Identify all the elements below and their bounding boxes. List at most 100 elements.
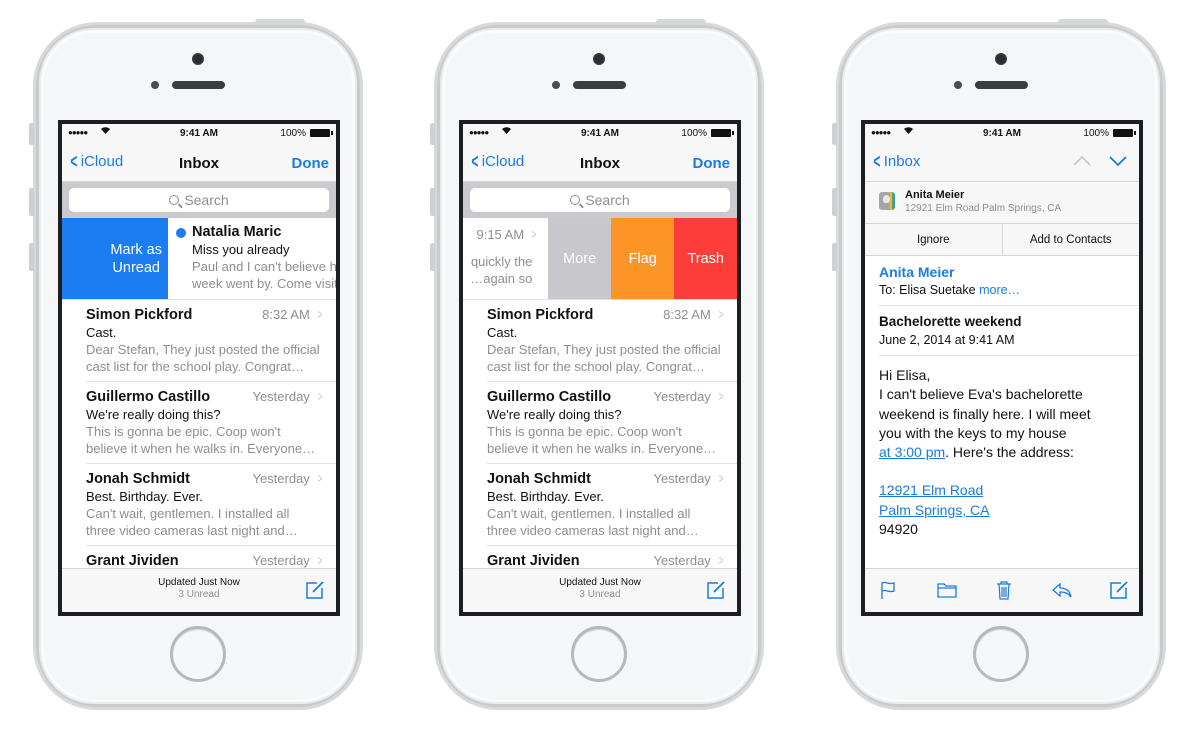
mail-preview-line2: believe it when he walks in. Everyone… (86, 440, 316, 456)
mail-subject: Cast. (487, 324, 518, 340)
ignore-button[interactable]: Ignore (865, 224, 1003, 255)
mail-date: 8:32 AM (262, 306, 310, 322)
search-icon (570, 195, 581, 205)
back-label: Inbox (883, 153, 921, 170)
battery-icon (310, 129, 333, 137)
done-button[interactable]: Done (693, 155, 731, 172)
mail-content: 9:15 AM > quickly the again so… (463, 218, 548, 299)
nav-bar: < Inbox (865, 144, 1139, 182)
mark-unread-button[interactable]: Mark as Unread (62, 218, 168, 299)
trash-icon[interactable] (992, 579, 1016, 601)
search-bar: Search (62, 182, 336, 218)
mail-item[interactable]: Jonah Schmidt Yesterday > Best. Birthday.… (463, 464, 737, 546)
body-line: I can't believe Eva's bachelorette (879, 386, 1083, 403)
address-link-city[interactable]: Palm Springs, CA (879, 502, 989, 518)
mail-item[interactable]: Guillermo Castillo Yesterday > We're real… (62, 382, 336, 464)
phone-left: ●●●●● 9:41 AM 100% < iCloud Inbox Done S… (29, 19, 363, 710)
chevron-left-icon: < (873, 150, 881, 173)
battery-icon (711, 129, 734, 137)
home-button[interactable] (973, 626, 1029, 682)
volume-down-button (832, 243, 837, 271)
home-button[interactable] (571, 626, 627, 682)
home-button[interactable] (170, 626, 226, 682)
mail-preview-line2: week went by. Come visit us again so... (192, 276, 336, 291)
mail-sender: Grant Jividen (86, 552, 179, 569)
mail-item[interactable]: Jonah Schmidt Yesterday > Best. Birthday.… (62, 464, 336, 546)
mail-item[interactable]: Guillermo Castillo Yesterday > We're real… (463, 382, 737, 464)
unread-dot-icon (176, 228, 186, 238)
mail-preview-line2: cast list for the school play. Congrat… (86, 358, 304, 374)
mail-preview-line1: quickly the (470, 254, 533, 269)
compose-icon[interactable] (304, 579, 326, 601)
update-status: Updated Just Now 3 Unread (463, 577, 737, 601)
flag-icon[interactable] (877, 579, 901, 601)
more-recipients-link[interactable]: more… (979, 283, 1020, 297)
sleep-button (255, 19, 305, 25)
mail-subject: Best. Birthday. Ever. (86, 488, 203, 504)
status-bar: ●●●●● 9:41 AM 100% (62, 124, 336, 144)
done-button[interactable]: Done (292, 155, 330, 172)
mail-item[interactable]: Simon Pickford 8:32 AM > Cast. Dear Stefa… (62, 300, 336, 382)
search-icon (169, 195, 180, 205)
folder-icon[interactable] (935, 579, 959, 601)
mail-date: Yesterday (252, 388, 310, 404)
contact-banner: Anita Meier 12921 Elm Road Palm Springs,… (865, 182, 1139, 224)
mail-item[interactable]: Simon Pickford 8:32 AM > Cast. Dear Stefa… (463, 300, 737, 382)
mail-item-swiped-right[interactable]: Mark as Unread Natalia Maric Miss you alr… (62, 218, 336, 300)
mute-switch (29, 123, 34, 145)
previous-message-icon[interactable] (1073, 154, 1091, 168)
mail-date: 9:15 AM (476, 226, 525, 242)
search-input[interactable]: Search (69, 188, 329, 212)
message-date: June 2, 2014 at 9:41 AM (879, 333, 1015, 347)
unread-count: 3 Unread (579, 589, 621, 600)
phone-middle: ●●●●● 9:41 AM 100% < iCloud Inbox Done S… (430, 19, 764, 710)
compose-icon[interactable] (705, 579, 727, 601)
search-input[interactable]: Search (470, 188, 730, 212)
mail-date: 8:32 AM (663, 306, 711, 322)
reply-icon[interactable] (1050, 579, 1074, 601)
next-message-icon[interactable] (1109, 154, 1127, 168)
contact-name: Anita Meier (905, 189, 965, 201)
mail-sender: Guillermo Castillo (487, 388, 612, 405)
chevron-left-icon: < (471, 150, 479, 173)
sleep-button (656, 19, 706, 25)
mail-preview-line2: three video cameras last night and… (86, 522, 298, 538)
mail-date: Yesterday (653, 388, 711, 404)
add-to-contacts-button[interactable]: Add to Contacts (1003, 224, 1140, 255)
mail-sender: Jonah Schmidt (86, 470, 190, 487)
address-link-street[interactable]: 12921 Elm Road (879, 482, 983, 498)
back-button[interactable]: < iCloud (469, 150, 524, 173)
earpiece-speaker (573, 81, 626, 89)
phone-right: ●●●●● 9:41 AM 100% < Inbox Anita Meier 1… (832, 19, 1166, 710)
sender-link[interactable]: Anita Meier (879, 264, 1139, 280)
mark-unread-line2: Unread (112, 259, 160, 276)
bottom-toolbar: Updated Just Now 3 Unread (463, 568, 737, 612)
mail-item-swiped-left[interactable]: 9:15 AM > quickly the again so… More Flag… (463, 218, 737, 300)
proximity-sensor (151, 81, 159, 89)
mail-subject: We're really doing this? (487, 406, 622, 422)
contact-actions: Ignore Add to Contacts (865, 224, 1139, 256)
time-link[interactable]: at 3:00 pm (879, 444, 945, 460)
trash-button[interactable]: Trash (674, 218, 737, 299)
recipient: To: Elisa Suetake (879, 283, 976, 297)
chevron-right-icon: > (317, 470, 323, 486)
volume-down-button (29, 243, 34, 271)
chevron-right-icon: > (718, 306, 724, 322)
screen: ●●●●● 9:41 AM 100% < iCloud Inbox Done S… (459, 120, 741, 616)
more-button[interactable]: More (548, 218, 611, 299)
chevron-right-icon: > (317, 552, 323, 568)
mark-unread-line1: Mark as (110, 241, 162, 258)
search-placeholder: Search (184, 192, 229, 208)
recipient-line: To: Elisa Suetake more… (879, 283, 1139, 297)
back-button[interactable]: < iCloud (68, 152, 123, 172)
bottom-toolbar (865, 568, 1139, 612)
chevron-right-icon: > (718, 470, 724, 486)
front-camera (995, 53, 1007, 65)
compose-icon[interactable] (1107, 579, 1131, 601)
volume-up-button (430, 188, 435, 216)
back-button[interactable]: < Inbox (871, 150, 921, 173)
mail-subject: We're really doing this? (86, 406, 221, 422)
message-header: Anita Meier To: Elisa Suetake more… (879, 256, 1139, 306)
flag-button[interactable]: Flag (610, 218, 675, 299)
mail-preview-line1: This is gonna be epic. Coop won't (487, 423, 682, 439)
